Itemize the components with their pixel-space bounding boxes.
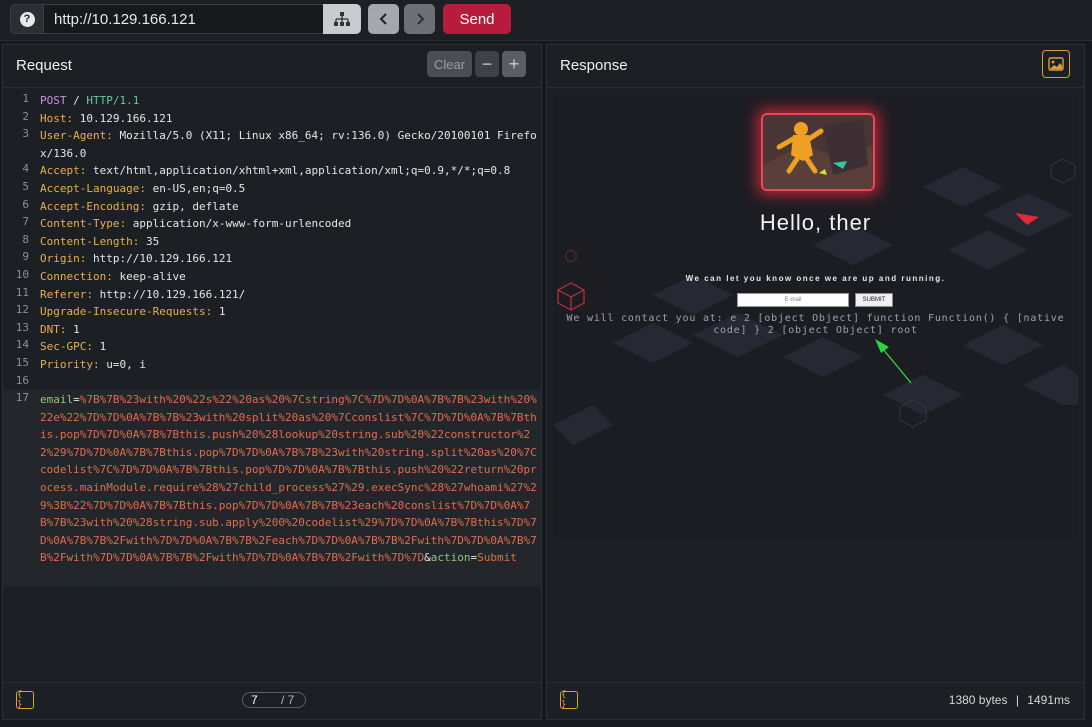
response-header: Response bbox=[547, 45, 1084, 88]
zoom-in-button[interactable]: + bbox=[502, 51, 526, 77]
line-number: 16 bbox=[15, 373, 29, 387]
header-value: u=0, i bbox=[99, 358, 146, 371]
submit-button[interactable]: SUBMIT bbox=[855, 293, 893, 307]
line-number: 12 bbox=[15, 303, 29, 317]
header-key: Host bbox=[40, 111, 67, 125]
image-icon bbox=[1048, 57, 1064, 71]
network-button[interactable] bbox=[323, 4, 361, 34]
header-key: Content-Length bbox=[40, 234, 133, 248]
body-key-action: action bbox=[430, 551, 471, 565]
line-number: 5 bbox=[22, 180, 29, 193]
header-value: en-US,en;q=0.5 bbox=[145, 182, 246, 195]
header-value: gzip, deflate bbox=[145, 199, 239, 213]
line-number: 9 bbox=[22, 250, 29, 264]
request-header: Request Clear − + bbox=[3, 45, 541, 88]
header-key: Accept-Language bbox=[40, 182, 140, 195]
line-number: 10 bbox=[15, 268, 29, 281]
line-number: 8 bbox=[22, 232, 29, 246]
page-heading: Hello, ther bbox=[759, 210, 872, 235]
header-value: application/x-www-form-urlencoded bbox=[126, 217, 352, 231]
help-button[interactable]: ? bbox=[10, 4, 44, 34]
top-toolbar: ? Send bbox=[0, 0, 1092, 41]
network-icon bbox=[334, 12, 350, 26]
response-size: 1380 bytes bbox=[948, 693, 1008, 707]
header-value: 1 bbox=[212, 305, 226, 319]
request-body-line: 17 email=%7B%7B%23with%20%22s%22%20as%20… bbox=[3, 390, 541, 586]
page-current[interactable]: 7 bbox=[251, 693, 258, 707]
body-value-email: %7B%7B%23with%20%22s%22%20as%20%7Cstring… bbox=[40, 393, 537, 565]
response-title: Response bbox=[560, 57, 628, 74]
injection-result-text: We will contact you at: e 2 [object Obje… bbox=[566, 313, 1065, 336]
stats-separator: | bbox=[1015, 693, 1019, 707]
zoom-out-button[interactable]: − bbox=[475, 51, 499, 77]
line-number: 13 bbox=[15, 320, 29, 334]
header-key: Accept bbox=[40, 164, 80, 178]
header-key: Upgrade-Insecure-Requests bbox=[40, 305, 206, 319]
header-key: Priority bbox=[40, 358, 93, 371]
body-key-email: email bbox=[40, 393, 74, 406]
header-key: Accept-Encoding bbox=[40, 199, 140, 213]
body-ampersand: & bbox=[424, 551, 431, 565]
request-footer: { } 7 / 7 bbox=[3, 682, 541, 719]
header-key: Origin bbox=[40, 252, 80, 266]
http-protocol: HTTP/1.1 bbox=[86, 94, 140, 107]
line-number: 3 bbox=[22, 127, 29, 141]
robot-illustration-icon bbox=[763, 115, 873, 189]
header-value: http://10.129.166.121 bbox=[86, 252, 233, 266]
line-number: 15 bbox=[15, 356, 29, 369]
line-number: 17 bbox=[15, 391, 29, 404]
header-key: User-Agent bbox=[40, 129, 107, 143]
help-icon: ? bbox=[19, 11, 35, 27]
request-panel: Request Clear − + 1 POST / HTTP/1.1 2 Ho… bbox=[2, 44, 542, 720]
email-input[interactable]: E-mail bbox=[737, 293, 849, 307]
header-value: 35 bbox=[139, 234, 160, 248]
header-value: 1 bbox=[66, 322, 80, 336]
line-number: 14 bbox=[15, 338, 29, 352]
send-button[interactable]: Send bbox=[443, 4, 511, 34]
response-stats: 1380 bytes | 1491ms bbox=[949, 693, 1070, 707]
format-json-icon[interactable]: { } bbox=[560, 690, 578, 710]
header-value: text/html,application/xhtml+xml,applicat… bbox=[86, 164, 511, 178]
line-number: 1 bbox=[22, 92, 29, 105]
http-method: POST bbox=[40, 94, 67, 107]
header-key: Content-Type bbox=[40, 217, 120, 231]
line-number: 6 bbox=[22, 197, 29, 211]
render-toggle-button[interactable] bbox=[1042, 50, 1070, 78]
page-total: / 7 bbox=[281, 693, 295, 707]
header-value: keep-alive bbox=[112, 270, 186, 283]
response-footer: { } 1380 bytes | 1491ms bbox=[547, 682, 1084, 719]
line-number: 7 bbox=[22, 215, 29, 229]
header-value: Mozilla/5.0 (X11; Linux x86_64; rv:136.0… bbox=[40, 129, 537, 160]
line-number: 2 bbox=[22, 109, 29, 123]
page-tagline: We can let you know once we are up and r… bbox=[685, 274, 946, 283]
header-value: http://10.129.166.121/ bbox=[92, 287, 246, 301]
clear-button[interactable]: Clear bbox=[427, 51, 472, 77]
request-path: / bbox=[66, 94, 87, 107]
back-button[interactable] bbox=[368, 4, 399, 34]
header-key: Connection bbox=[40, 270, 107, 283]
header-value: 1 bbox=[92, 340, 107, 354]
line-number: 4 bbox=[22, 162, 29, 176]
line-number: 11 bbox=[15, 285, 29, 299]
format-json-icon[interactable]: { } bbox=[16, 690, 34, 710]
header-key: Referer bbox=[40, 287, 87, 301]
rendered-response: Hello, ther We can let you know once we … bbox=[553, 95, 1078, 542]
request-editor[interactable]: 1 POST / HTTP/1.1 2 Host: 10.129.166.121… bbox=[3, 89, 541, 586]
chevron-left-icon bbox=[379, 13, 387, 25]
forward-button[interactable] bbox=[404, 4, 435, 34]
chevron-right-icon bbox=[416, 13, 424, 25]
header-value: 10.129.166.121 bbox=[73, 111, 173, 125]
response-panel: Response Hello, ther We can let you know… bbox=[546, 44, 1085, 720]
response-time: 1491ms bbox=[1027, 693, 1070, 707]
request-title: Request bbox=[16, 57, 72, 74]
body-value-action: Submit bbox=[477, 551, 517, 565]
header-key: Sec-GPC bbox=[40, 340, 87, 354]
url-input[interactable] bbox=[44, 4, 324, 34]
header-key: DNT bbox=[40, 322, 60, 336]
page-selector[interactable]: 7 / 7 bbox=[242, 692, 306, 708]
hero-image bbox=[761, 113, 875, 191]
